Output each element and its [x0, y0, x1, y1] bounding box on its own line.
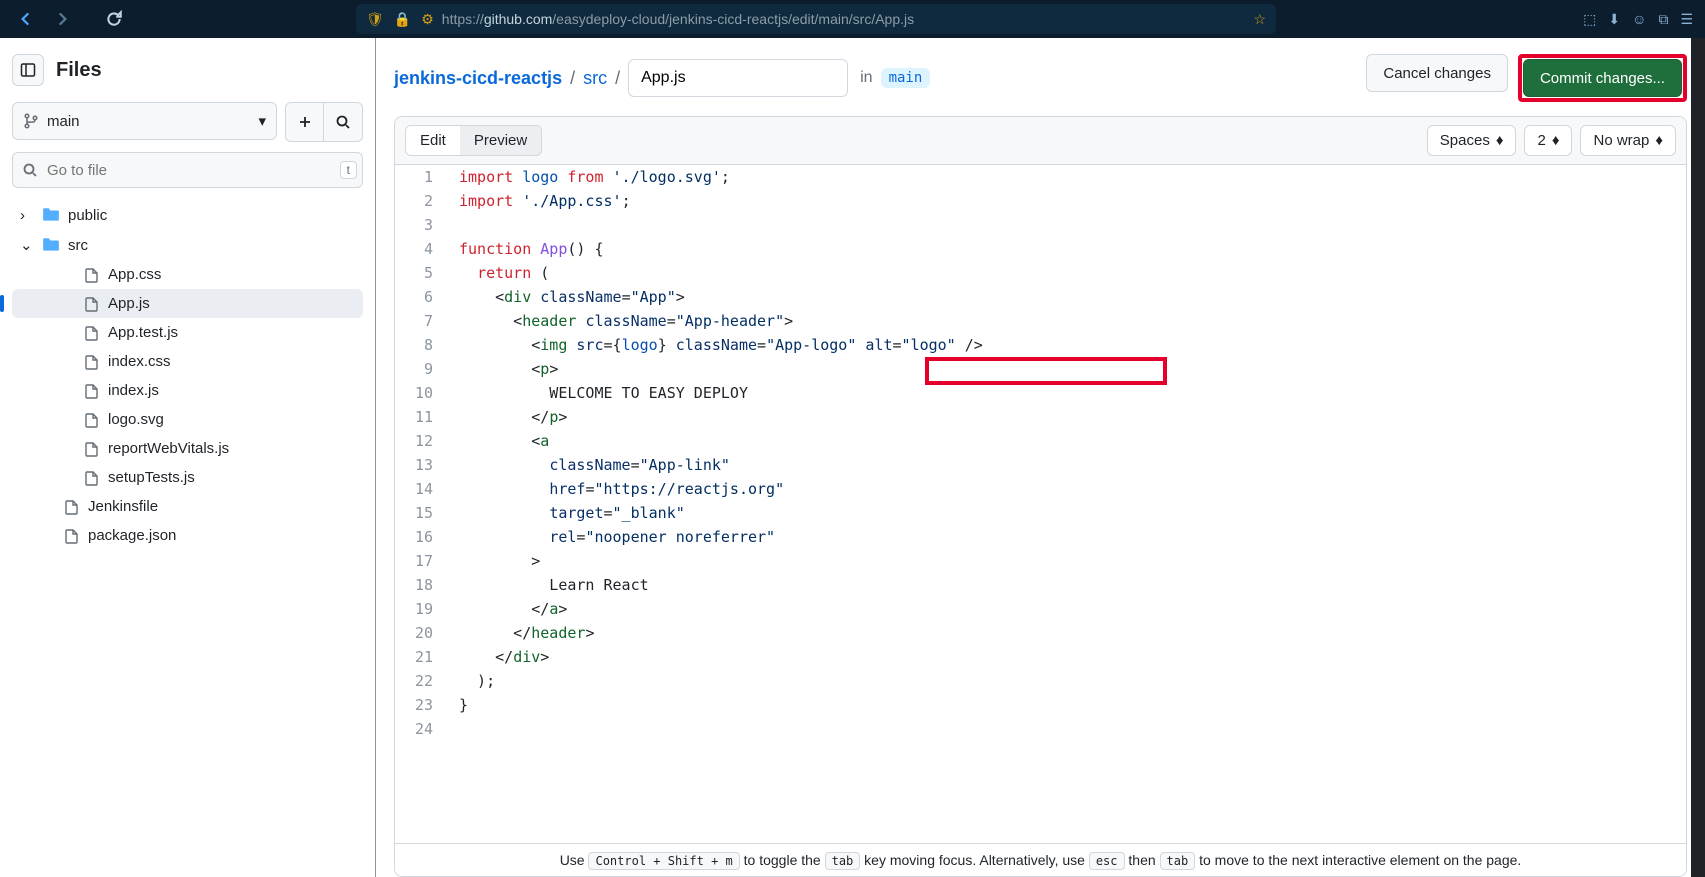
extension-icon[interactable]: ⧉: [1658, 11, 1668, 28]
tab-edit[interactable]: Edit: [406, 126, 460, 155]
add-file-button[interactable]: [286, 103, 324, 141]
download-icon[interactable]: ⬇: [1608, 11, 1620, 28]
code-line-17[interactable]: 17 >: [395, 549, 1686, 573]
code-line-4[interactable]: 4function App() {: [395, 237, 1686, 261]
code-line-19[interactable]: 19 </a>: [395, 597, 1686, 621]
file-icon: [84, 296, 100, 312]
caret-down-icon: ▾: [258, 112, 266, 130]
lock-icon: 🔒: [394, 11, 411, 28]
pocket-icon[interactable]: ⬚: [1583, 11, 1596, 28]
collapse-panel-button[interactable]: [12, 54, 44, 86]
tree-file-Jenkinsfile[interactable]: Jenkinsfile: [12, 492, 363, 521]
branch-icon: [23, 113, 39, 129]
folder-icon: [42, 236, 60, 254]
browser-toolbar: 🛡 🔒 ⚙ https://github.com/easydeploy-clou…: [0, 0, 1705, 38]
file-icon: [64, 499, 80, 515]
tree-file-index-css[interactable]: index.css: [12, 347, 363, 376]
back-button[interactable]: [12, 5, 40, 33]
footer-hint: Use Control + Shift + m to toggle the ta…: [395, 843, 1686, 876]
tree-file-App-js[interactable]: App.js: [12, 289, 363, 318]
code-editor[interactable]: 1import logo from './logo.svg';2import '…: [395, 165, 1686, 843]
file-tree: ›public⌄srcApp.cssApp.jsApp.test.jsindex…: [12, 200, 363, 550]
reload-button[interactable]: [100, 5, 128, 33]
code-line-18[interactable]: 18 Learn React: [395, 573, 1686, 597]
code-line-8[interactable]: 8 <img src={logo} className="App-logo" a…: [395, 333, 1686, 357]
forward-button[interactable]: [48, 5, 76, 33]
search-button[interactable]: [324, 103, 362, 141]
code-line-21[interactable]: 21 </div>: [395, 645, 1686, 669]
breadcrumb: jenkins-cicd-reactjs / src / in main Can…: [394, 54, 1687, 102]
editor-box: Edit Preview Spaces♦ 2♦ No wrap♦ 1import…: [394, 116, 1687, 877]
code-line-3[interactable]: 3: [395, 213, 1686, 237]
code-line-20[interactable]: 20 </header>: [395, 621, 1686, 645]
code-line-5[interactable]: 5 return (: [395, 261, 1686, 285]
tree-folder-src[interactable]: ⌄src: [12, 230, 363, 260]
indent-style-select[interactable]: Spaces♦: [1427, 125, 1517, 156]
tab-preview[interactable]: Preview: [460, 126, 541, 155]
url-bar[interactable]: 🛡 🔒 ⚙ https://github.com/easydeploy-clou…: [356, 4, 1276, 34]
indent-size-select[interactable]: 2♦: [1524, 125, 1572, 156]
code-line-1[interactable]: 1import logo from './logo.svg';: [395, 165, 1686, 189]
chevron-icon: ⌄: [20, 236, 34, 254]
file-icon: [64, 528, 80, 544]
file-icon: [84, 412, 100, 428]
search-icon: [22, 162, 38, 178]
star-icon[interactable]: ☆: [1253, 11, 1266, 28]
code-line-24[interactable]: 24: [395, 717, 1686, 741]
file-search-input[interactable]: [12, 152, 363, 188]
tree-file-App-test-js[interactable]: App.test.js: [12, 318, 363, 347]
code-line-15[interactable]: 15 target="_blank": [395, 501, 1686, 525]
tree-folder-public[interactable]: ›public: [12, 200, 363, 230]
code-line-12[interactable]: 12 <a: [395, 429, 1686, 453]
code-line-13[interactable]: 13 className="App-link": [395, 453, 1686, 477]
scrollbar[interactable]: [1691, 38, 1705, 877]
file-sidebar: Files main ▾ t ›public⌄srcApp.cssApp.jsA…: [0, 38, 376, 877]
account-icon[interactable]: ☺: [1632, 11, 1646, 28]
branch-selector[interactable]: main ▾: [12, 102, 277, 140]
file-icon: [84, 470, 100, 486]
commit-highlight: Commit changes...: [1518, 54, 1687, 102]
url-text: https://github.com/easydeploy-cloud/jenk…: [442, 11, 914, 27]
tree-file-setupTests-js[interactable]: setupTests.js: [12, 463, 363, 492]
code-line-7[interactable]: 7 <header className="App-header">: [395, 309, 1686, 333]
tree-file-index-js[interactable]: index.js: [12, 376, 363, 405]
permissions-icon: ⚙: [421, 11, 434, 28]
commit-button[interactable]: Commit changes...: [1523, 59, 1682, 97]
tree-file-App-css[interactable]: App.css: [12, 260, 363, 289]
code-line-23[interactable]: 23}: [395, 693, 1686, 717]
chevron-icon: ›: [20, 207, 34, 224]
wrap-select[interactable]: No wrap♦: [1580, 125, 1676, 156]
shield-icon: 🛡: [366, 11, 384, 28]
code-line-14[interactable]: 14 href="https://reactjs.org": [395, 477, 1686, 501]
filename-input[interactable]: [628, 59, 848, 97]
file-icon: [84, 441, 100, 457]
file-icon: [84, 383, 100, 399]
file-icon: [84, 325, 100, 341]
code-line-6[interactable]: 6 <div className="App">: [395, 285, 1686, 309]
code-line-10[interactable]: 10 WELCOME TO EASY DEPLOY: [395, 381, 1686, 405]
tree-file-reportWebVitals-js[interactable]: reportWebVitals.js: [12, 434, 363, 463]
branch-badge: main: [881, 68, 931, 88]
tree-file-package-json[interactable]: package.json: [12, 521, 363, 550]
menu-icon[interactable]: ☰: [1680, 11, 1693, 28]
code-line-11[interactable]: 11 </p>: [395, 405, 1686, 429]
editor-toolbar: Edit Preview Spaces♦ 2♦ No wrap♦: [395, 117, 1686, 165]
tree-file-logo-svg[interactable]: logo.svg: [12, 405, 363, 434]
code-line-9[interactable]: 9 <p>: [395, 357, 1686, 381]
folder-icon: [42, 206, 60, 224]
cancel-button[interactable]: Cancel changes: [1366, 54, 1508, 92]
code-line-2[interactable]: 2import './App.css';: [395, 189, 1686, 213]
main-content: jenkins-cicd-reactjs / src / in main Can…: [376, 38, 1705, 877]
search-kbd-hint: t: [340, 161, 357, 179]
breadcrumb-dir[interactable]: src: [583, 68, 607, 89]
file-icon: [84, 354, 100, 370]
code-line-16[interactable]: 16 rel="noopener noreferrer": [395, 525, 1686, 549]
file-icon: [84, 267, 100, 283]
breadcrumb-repo[interactable]: jenkins-cicd-reactjs: [394, 68, 562, 89]
sidebar-title: Files: [56, 59, 102, 82]
code-line-22[interactable]: 22 );: [395, 669, 1686, 693]
